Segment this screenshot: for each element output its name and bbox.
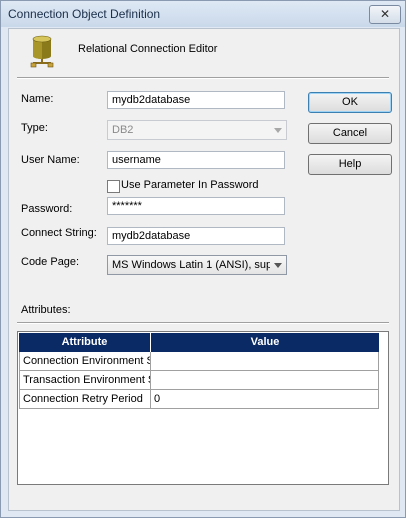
attribute-cell[interactable]: Connection Retry Period	[19, 390, 151, 409]
value-cell[interactable]	[151, 352, 379, 371]
type-select-value: DB2	[112, 124, 134, 136]
attribute-cell[interactable]: Connection Environment SQL	[19, 352, 151, 371]
type-select: DB2	[107, 120, 287, 140]
table-row[interactable]: Connection Retry Period 0	[19, 390, 379, 409]
connect-string-field[interactable]	[107, 227, 285, 245]
value-cell[interactable]	[151, 371, 379, 390]
use-parameter-checkbox[interactable]	[107, 180, 120, 193]
cancel-button[interactable]: Cancel	[308, 123, 392, 144]
close-button[interactable]: ✕	[369, 5, 401, 24]
column-header-value[interactable]: Value	[151, 333, 379, 352]
connect-string-label: Connect String:	[21, 227, 97, 239]
attribute-cell[interactable]: Transaction Environment SQL	[19, 371, 151, 390]
table-row[interactable]: Transaction Environment SQL	[19, 371, 379, 390]
database-icon	[30, 35, 54, 68]
attributes-grid[interactable]: Attribute Value Connection Environment S…	[17, 331, 389, 485]
help-button[interactable]: Help	[308, 154, 392, 175]
attributes-divider	[17, 322, 389, 324]
attributes-label: Attributes:	[21, 304, 71, 316]
password-field[interactable]	[107, 197, 285, 215]
dialog-body: Relational Connection Editor Name: Type:…	[8, 28, 400, 511]
chevron-down-icon	[274, 263, 282, 268]
close-icon: ✕	[379, 7, 391, 21]
code-page-label: Code Page:	[21, 256, 80, 268]
code-page-select-value: MS Windows Latin 1 (ANSI), superset of L…	[112, 259, 270, 271]
username-label: User Name:	[21, 154, 80, 166]
column-header-attribute[interactable]: Attribute	[19, 333, 151, 352]
ok-button[interactable]: OK	[308, 92, 392, 113]
type-label: Type:	[21, 122, 48, 134]
name-field[interactable]	[107, 91, 285, 109]
grid-header: Attribute Value	[19, 333, 379, 352]
table-row[interactable]: Connection Environment SQL	[19, 352, 379, 371]
value-cell[interactable]: 0	[151, 390, 379, 409]
chevron-down-icon	[274, 128, 282, 133]
header-divider	[17, 77, 389, 79]
name-label: Name:	[21, 93, 54, 105]
dialog-window: Connection Object Definition ✕ Relationa…	[0, 0, 406, 518]
code-page-select[interactable]: MS Windows Latin 1 (ANSI), superset of L…	[107, 255, 287, 275]
username-field[interactable]	[107, 151, 285, 169]
use-parameter-label: Use Parameter In Password	[121, 179, 259, 191]
title-bar[interactable]: Connection Object Definition ✕	[1, 1, 405, 27]
window-title: Connection Object Definition	[8, 7, 161, 21]
editor-heading: Relational Connection Editor	[78, 43, 218, 55]
password-label: Password:	[21, 203, 73, 215]
